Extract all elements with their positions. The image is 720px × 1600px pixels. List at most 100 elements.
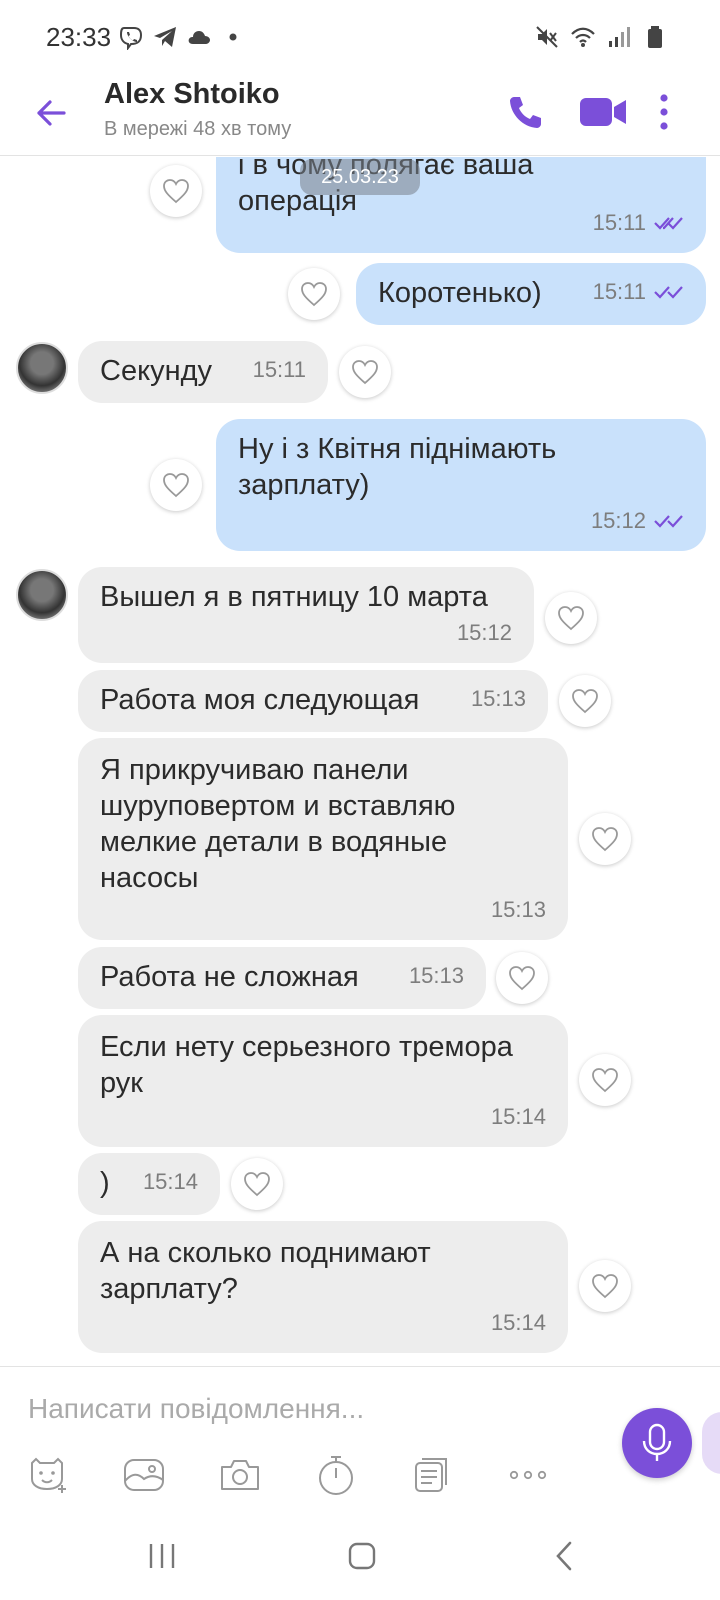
status-bar: 23:33 — [0, 0, 720, 78]
message-text: Вышел я в пятницу 10 марта — [100, 581, 488, 613]
voice-call-button[interactable] — [498, 84, 554, 140]
wifi-icon — [571, 27, 595, 47]
like-button[interactable] — [150, 165, 202, 217]
like-button[interactable] — [288, 268, 340, 320]
camera-icon — [221, 1460, 259, 1490]
mute-icon — [536, 26, 558, 48]
like-button[interactable] — [579, 1054, 631, 1106]
message-meta: 15:11 — [593, 205, 684, 241]
telegram-icon — [154, 27, 176, 47]
message-bubble[interactable]: ) 15:14 — [78, 1153, 220, 1215]
dot-icon — [229, 33, 237, 41]
contact-avatar[interactable] — [16, 342, 68, 394]
gallery-icon — [124, 1459, 164, 1491]
message-bubble[interactable]: Коротенько) 15:11 — [356, 263, 706, 325]
heart-icon — [558, 606, 584, 631]
message-meta: 15:14 — [491, 1305, 546, 1341]
voice-message-button[interactable] — [622, 1408, 692, 1478]
message-bubble[interactable]: А на сколько поднимают зарплату? 15:14 — [78, 1221, 568, 1353]
date-chip: 25.03.23 — [300, 159, 420, 195]
message-bubble[interactable]: Секунду 15:11 — [78, 341, 328, 403]
recent-apps-button[interactable] — [132, 1532, 192, 1580]
like-button[interactable] — [559, 675, 611, 727]
double-check-icon — [654, 515, 683, 528]
chevron-left-icon — [556, 1541, 572, 1571]
contact-status: В мережі 48 хв тому — [104, 118, 292, 140]
message-meta: 15:14 — [143, 1164, 198, 1200]
message-text: А на сколько поднимают зарплату? — [100, 1237, 431, 1305]
video-call-button[interactable] — [574, 84, 634, 140]
message-bubble[interactable]: Я прикручиваю панели шуруповертом и вста… — [78, 738, 568, 940]
message-time: 15:11 — [592, 210, 646, 235]
message-time: 15:14 — [490, 1104, 546, 1129]
cloud-icon — [188, 31, 210, 44]
back-button[interactable] — [26, 88, 76, 138]
battery-icon — [648, 26, 662, 48]
composer-toolbar — [24, 1451, 552, 1499]
gif-icon — [415, 1458, 447, 1492]
message-bubble[interactable]: Ну і з Квітня піднімають зарплату) 15:12 — [216, 419, 706, 551]
double-check-icon — [654, 286, 683, 299]
message-bubble[interactable]: Если нету серьезного тремора рук 15:14 — [78, 1015, 568, 1147]
more-icon — [509, 1470, 547, 1480]
phone-icon — [510, 97, 541, 128]
system-nav-bar — [0, 1516, 720, 1600]
message-meta: 15:11 — [593, 274, 684, 310]
contact-name[interactable]: Alex Shtoiko — [104, 78, 280, 111]
like-button[interactable] — [339, 346, 391, 398]
heart-icon — [592, 1068, 618, 1093]
chat-header: Alex Shtoiko В мережі 48 хв тому — [0, 78, 720, 156]
message-meta: 15:13 — [471, 681, 526, 717]
video-camera-icon — [580, 98, 626, 126]
like-button[interactable] — [496, 952, 548, 1004]
gallery-button[interactable] — [120, 1451, 168, 1499]
more-vertical-icon — [660, 94, 668, 130]
contact-avatar[interactable] — [16, 569, 68, 621]
heart-icon — [572, 689, 598, 714]
message-bubble[interactable]: Работа не сложная 15:13 — [78, 947, 486, 1009]
message-time: 15:14 — [142, 1169, 198, 1194]
microphone-icon — [642, 1423, 672, 1461]
message-time: 15:11 — [252, 357, 306, 382]
message-text: Ну і з Квітня піднімають зарплату) — [238, 433, 557, 501]
message-time: 15:13 — [490, 897, 546, 922]
mic-ripple — [702, 1412, 720, 1474]
viber-icon — [119, 27, 143, 50]
status-icons-left — [118, 24, 246, 50]
message-text: Я прикручиваю панели шуруповертом и вста… — [100, 754, 456, 894]
message-time: 15:13 — [470, 686, 526, 711]
like-button[interactable] — [150, 459, 202, 511]
like-button[interactable] — [545, 592, 597, 644]
camera-button[interactable] — [216, 1451, 264, 1499]
double-check-icon — [654, 217, 683, 230]
menu-button[interactable] — [644, 84, 684, 140]
like-button[interactable] — [231, 1158, 283, 1210]
like-button[interactable] — [579, 1260, 631, 1312]
like-button[interactable] — [579, 813, 631, 865]
message-bubble[interactable]: Вышел я в пятницу 10 марта 15:12 — [78, 567, 534, 663]
heart-icon — [163, 179, 189, 204]
heart-icon — [592, 827, 618, 852]
chat-messages[interactable]: і в чому полягає ваша операція 15:11 25.… — [0, 157, 720, 1365]
heart-icon — [163, 473, 189, 498]
home-button[interactable] — [332, 1532, 392, 1580]
sticker-button[interactable] — [24, 1451, 72, 1499]
recent-apps-icon — [149, 1544, 175, 1568]
gif-button[interactable] — [408, 1451, 456, 1499]
home-icon — [348, 1542, 376, 1570]
timer-icon — [319, 1456, 353, 1495]
message-meta: 15:13 — [491, 892, 546, 928]
more-options-button[interactable] — [504, 1451, 552, 1499]
message-text: Если нету серьезного тремора рук — [100, 1031, 513, 1099]
heart-icon — [509, 966, 535, 991]
nav-back-button[interactable] — [534, 1532, 594, 1580]
message-time: 15:12 — [456, 620, 512, 645]
message-input[interactable] — [28, 1385, 588, 1433]
heart-icon — [352, 360, 378, 385]
timer-button[interactable] — [312, 1451, 360, 1499]
message-meta: 15:12 — [591, 503, 684, 539]
message-bubble[interactable]: і в чому полягає ваша операція 15:11 — [216, 157, 706, 253]
heart-icon — [244, 1172, 270, 1197]
status-icons-right — [534, 24, 668, 50]
message-bubble[interactable]: Работа моя следующая 15:13 — [78, 670, 548, 732]
